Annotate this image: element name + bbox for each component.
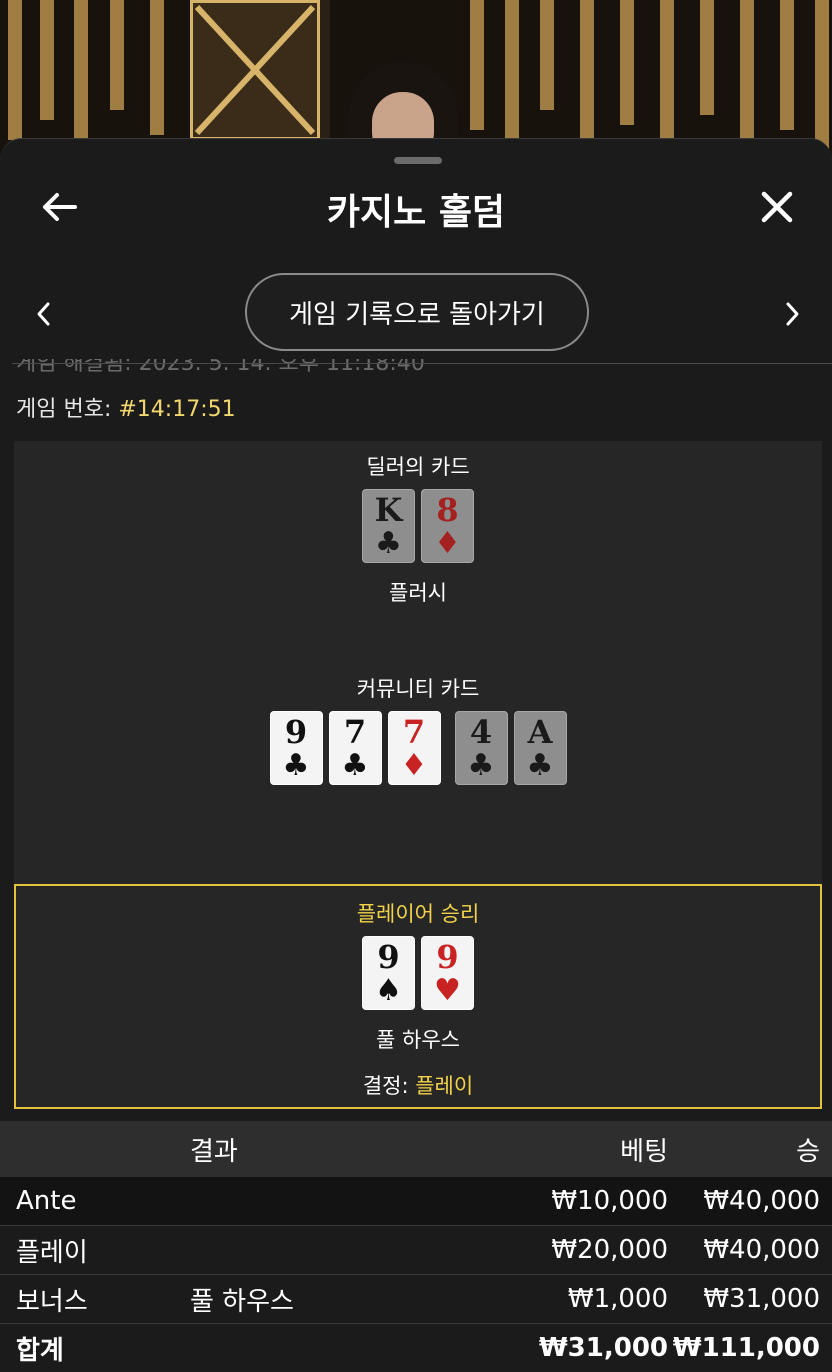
player-cards: 9 ♠ 9 ♥ (16, 936, 820, 1010)
chevron-left-icon (37, 302, 50, 326)
dealer-panel: 딜러의 카드 K ♣ 8 ♦ 플러시 커뮤니티 카드 9 ♣ 7 ♣ 7 ♦ 4… (14, 441, 822, 885)
row-label: Ante (16, 1186, 77, 1216)
back-to-history-button[interactable]: 게임 기록으로 돌아가기 (245, 273, 589, 351)
row-label: 보너스 (16, 1286, 88, 1317)
next-game-button[interactable] (778, 297, 808, 331)
row-win: ₩31,000 (703, 1284, 820, 1314)
row-label: 합계 (16, 1335, 64, 1366)
player-decision: 결정: 플레이 (16, 1070, 820, 1100)
row-win: ₩40,000 (703, 1186, 820, 1216)
close-button[interactable] (752, 183, 802, 231)
row-bet: ₩20,000 (551, 1235, 668, 1265)
table-header: 결과 베팅 승 (0, 1121, 832, 1177)
close-icon (761, 191, 793, 223)
row-bet: ₩1,000 (567, 1284, 668, 1314)
live-video-background (0, 0, 832, 160)
playing-card: 4 ♣ (454, 711, 508, 785)
row-bet: ₩31,000 (538, 1333, 668, 1363)
community-cards-title: 커뮤니티 카드 (356, 677, 480, 701)
table-row: 보너스 풀 하우스 ₩1,000 ₩31,000 (0, 1275, 832, 1324)
playing-card: 7 ♦ (387, 711, 441, 785)
playing-card: 7 ♣ (328, 711, 382, 785)
previous-game-button[interactable] (28, 297, 58, 331)
game-number: 게임 번호: #14:17:51 (16, 391, 236, 423)
row-win: ₩40,000 (703, 1235, 820, 1265)
page-title: 카지노 홀덤 (326, 192, 506, 233)
table-row: 플레이 ₩20,000 ₩40,000 (0, 1226, 832, 1275)
game-number-value: #14:17:51 (118, 397, 236, 422)
game-settled-time: 게임 해결됨: 2023. 5. 14. 오후 11:18:40 (16, 359, 425, 376)
row-bet: ₩10,000 (551, 1186, 668, 1216)
decision-label: 결정: (362, 1074, 409, 1098)
game-details-sheet: 카지노 홀덤 게임 기록으로 돌아가기 게임 해결됨: 2023. 5. 14.… (0, 138, 832, 1372)
playing-card: 9 ♠ (362, 936, 415, 1010)
table-row-total: 합계 ₩31,000 ₩111,000 (0, 1324, 832, 1372)
column-header-bet: 베팅 (620, 1136, 668, 1167)
row-label: 플레이 (16, 1237, 88, 1268)
playing-card: 8 ♦ (421, 489, 474, 563)
dealer-cards: K ♣ 8 ♦ (14, 489, 822, 563)
playing-card: A ♣ (513, 711, 567, 785)
drag-handle[interactable] (394, 157, 442, 164)
table-row: Ante ₩10,000 ₩40,000 (0, 1177, 832, 1226)
playing-card: 9 ♣ (269, 711, 323, 785)
dealer-hand: 플러시 (389, 581, 447, 605)
community-cards: 9 ♣ 7 ♣ 7 ♦ 4 ♣ A ♣ (14, 711, 822, 785)
decor-panel (190, 0, 320, 140)
decision-value: 플레이 (415, 1074, 474, 1098)
dealer-cards-title: 딜러의 카드 (366, 455, 470, 479)
playing-card: 9 ♥ (421, 936, 474, 1010)
player-hand: 풀 하우스 (376, 1028, 460, 1052)
player-panel: 플레이어 승리 9 ♠ 9 ♥ 풀 하우스 결정: 플레이 (14, 884, 822, 1109)
game-number-label: 게임 번호: (16, 397, 112, 422)
results-table: 결과 베팅 승 Ante ₩10,000 ₩40,000 플레이 ₩20,000… (0, 1121, 832, 1372)
row-detail: 풀 하우스 (190, 1286, 294, 1317)
chevron-right-icon (786, 302, 799, 326)
column-header-result: 결과 (190, 1136, 238, 1167)
playing-card: K ♣ (362, 489, 415, 563)
column-header-win: 승 (796, 1136, 820, 1167)
row-win: ₩111,000 (672, 1333, 820, 1363)
divider (12, 363, 832, 364)
player-result-title: 플레이어 승리 (356, 902, 480, 926)
